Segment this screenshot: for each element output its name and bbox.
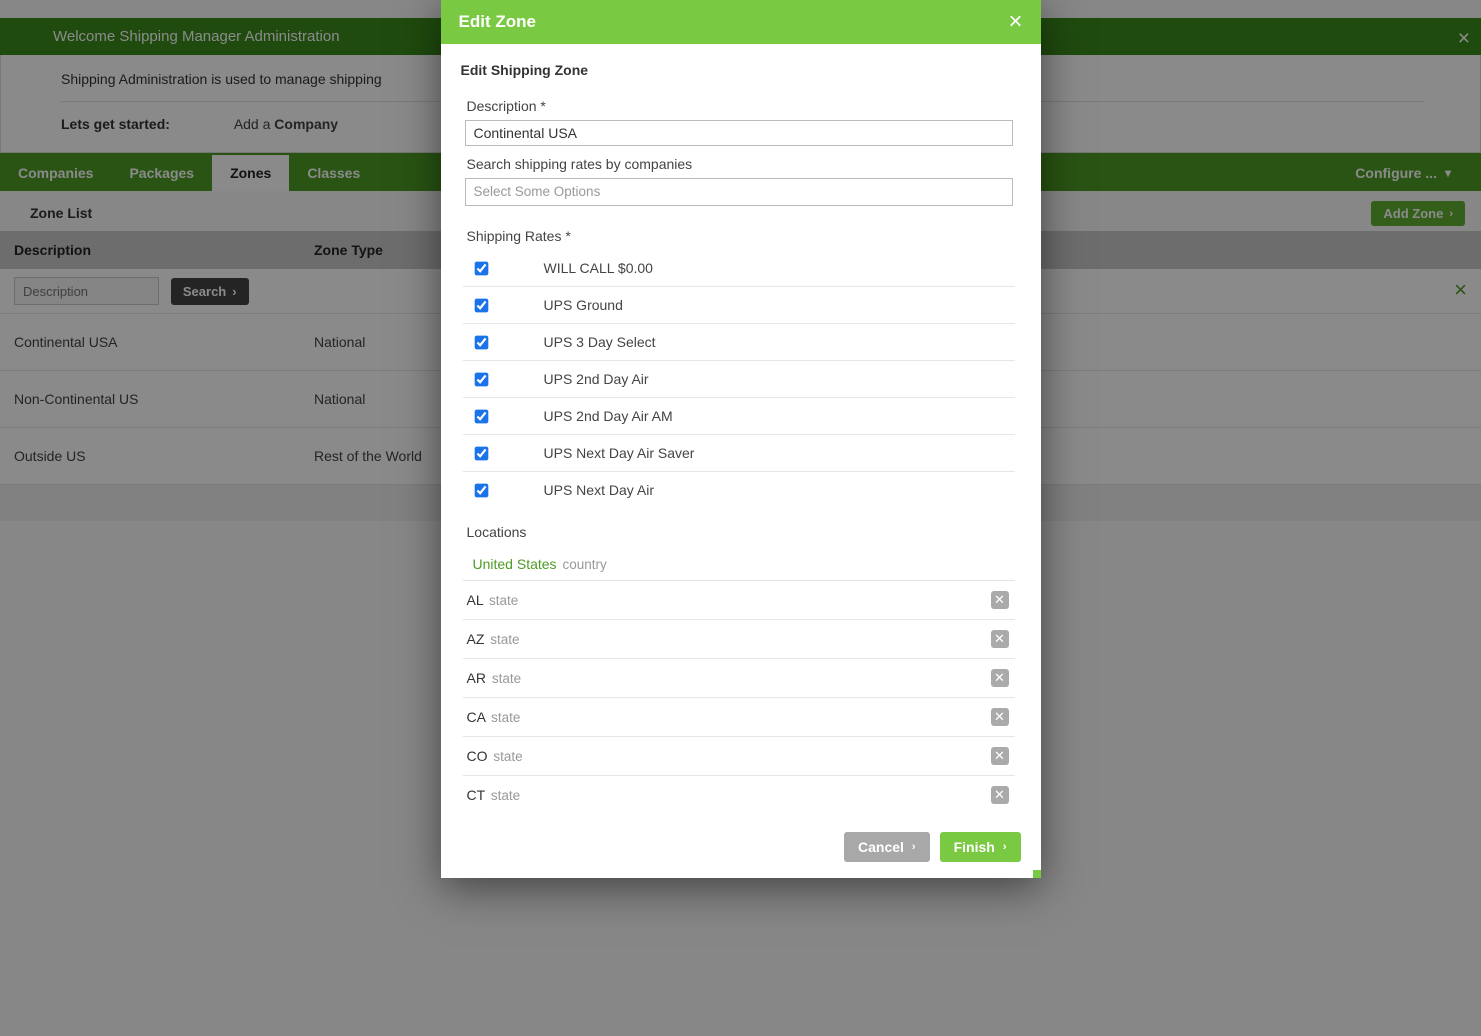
location-row: AR state ✕: [463, 659, 1015, 698]
rate-checkbox[interactable]: [474, 409, 488, 423]
remove-icon[interactable]: ✕: [991, 708, 1009, 726]
description-label: Description *: [467, 98, 1021, 114]
resize-handle-icon[interactable]: [1033, 870, 1041, 878]
edit-zone-modal: Edit Zone × Edit Shipping Zone Descripti…: [441, 0, 1041, 878]
description-input[interactable]: [465, 120, 1013, 146]
modal-title: Edit Zone: [459, 12, 536, 32]
rate-row[interactable]: UPS 3 Day Select: [463, 324, 1015, 361]
multiselect-placeholder: Select Some Options: [474, 184, 601, 199]
state-type: state: [491, 710, 520, 725]
state-type: state: [489, 593, 518, 608]
rate-row[interactable]: UPS 2nd Day Air AM: [463, 398, 1015, 435]
chevron-right-icon: ›: [1003, 841, 1007, 853]
rate-checkbox[interactable]: [474, 483, 488, 497]
chevron-right-icon: ›: [912, 841, 916, 853]
shipping-rates-list[interactable]: WILL CALL $0.00 UPS Ground UPS 3 Day Sel…: [463, 250, 1015, 506]
finish-label: Finish: [954, 839, 995, 855]
state-code: CO: [467, 748, 488, 764]
rate-checkbox[interactable]: [474, 335, 488, 349]
cancel-button[interactable]: Cancel ›: [844, 832, 930, 862]
rate-label: UPS 3 Day Select: [544, 334, 656, 350]
location-row: AZ state ✕: [463, 620, 1015, 659]
rate-row[interactable]: UPS Next Day Air Saver: [463, 435, 1015, 472]
state-type: state: [493, 749, 522, 764]
state-code: AL: [467, 592, 484, 608]
remove-icon[interactable]: ✕: [991, 669, 1009, 687]
location-row: CO state ✕: [463, 737, 1015, 776]
modal-body: Edit Shipping Zone Description * Search …: [441, 44, 1041, 816]
remove-icon[interactable]: ✕: [991, 786, 1009, 804]
locations-label: Locations: [467, 524, 1021, 540]
rate-label: WILL CALL $0.00: [544, 260, 653, 276]
state-type: state: [491, 788, 520, 803]
state-code: AZ: [467, 631, 485, 647]
state-type: state: [492, 671, 521, 686]
modal-header: Edit Zone ×: [441, 0, 1041, 44]
remove-icon[interactable]: ✕: [991, 747, 1009, 765]
location-row: AL state ✕: [463, 581, 1015, 620]
rate-checkbox[interactable]: [474, 372, 488, 386]
rate-label: UPS Next Day Air: [544, 482, 654, 498]
location-row: CT state ✕: [463, 776, 1015, 808]
close-icon[interactable]: ×: [1008, 10, 1022, 34]
rate-label: UPS Ground: [544, 297, 623, 313]
rate-label: UPS Next Day Air Saver: [544, 445, 695, 461]
location-country-row[interactable]: United States country: [463, 546, 1015, 581]
rate-checkbox[interactable]: [474, 298, 488, 312]
search-rates-label: Search shipping rates by companies: [467, 156, 1021, 172]
company-multiselect[interactable]: Select Some Options: [465, 178, 1013, 206]
rate-label: UPS 2nd Day Air AM: [544, 408, 673, 424]
modal-subtitle: Edit Shipping Zone: [461, 62, 1021, 78]
country-name: United States: [473, 556, 557, 572]
rate-checkbox[interactable]: [474, 261, 488, 275]
state-code: CT: [467, 787, 485, 803]
rate-label: UPS 2nd Day Air: [544, 371, 649, 387]
rate-row[interactable]: UPS Ground: [463, 287, 1015, 324]
cancel-label: Cancel: [858, 839, 904, 855]
state-code: AR: [467, 670, 486, 686]
location-row: CA state ✕: [463, 698, 1015, 737]
country-type: country: [562, 557, 606, 572]
modal-overlay: Edit Zone × Edit Shipping Zone Descripti…: [0, 0, 1481, 1036]
remove-icon[interactable]: ✕: [991, 591, 1009, 609]
shipping-rates-label: Shipping Rates *: [467, 228, 1021, 244]
rate-row[interactable]: WILL CALL $0.00: [463, 250, 1015, 287]
locations-list[interactable]: United States country AL state ✕ AZ stat…: [463, 546, 1015, 808]
modal-footer: Cancel › Finish ›: [441, 816, 1041, 878]
finish-button[interactable]: Finish ›: [940, 832, 1021, 862]
rate-checkbox[interactable]: [474, 446, 488, 460]
remove-icon[interactable]: ✕: [991, 630, 1009, 648]
state-code: CA: [467, 709, 486, 725]
state-type: state: [490, 632, 519, 647]
rate-row[interactable]: UPS Next Day Air: [463, 472, 1015, 506]
rate-row[interactable]: UPS 2nd Day Air: [463, 361, 1015, 398]
